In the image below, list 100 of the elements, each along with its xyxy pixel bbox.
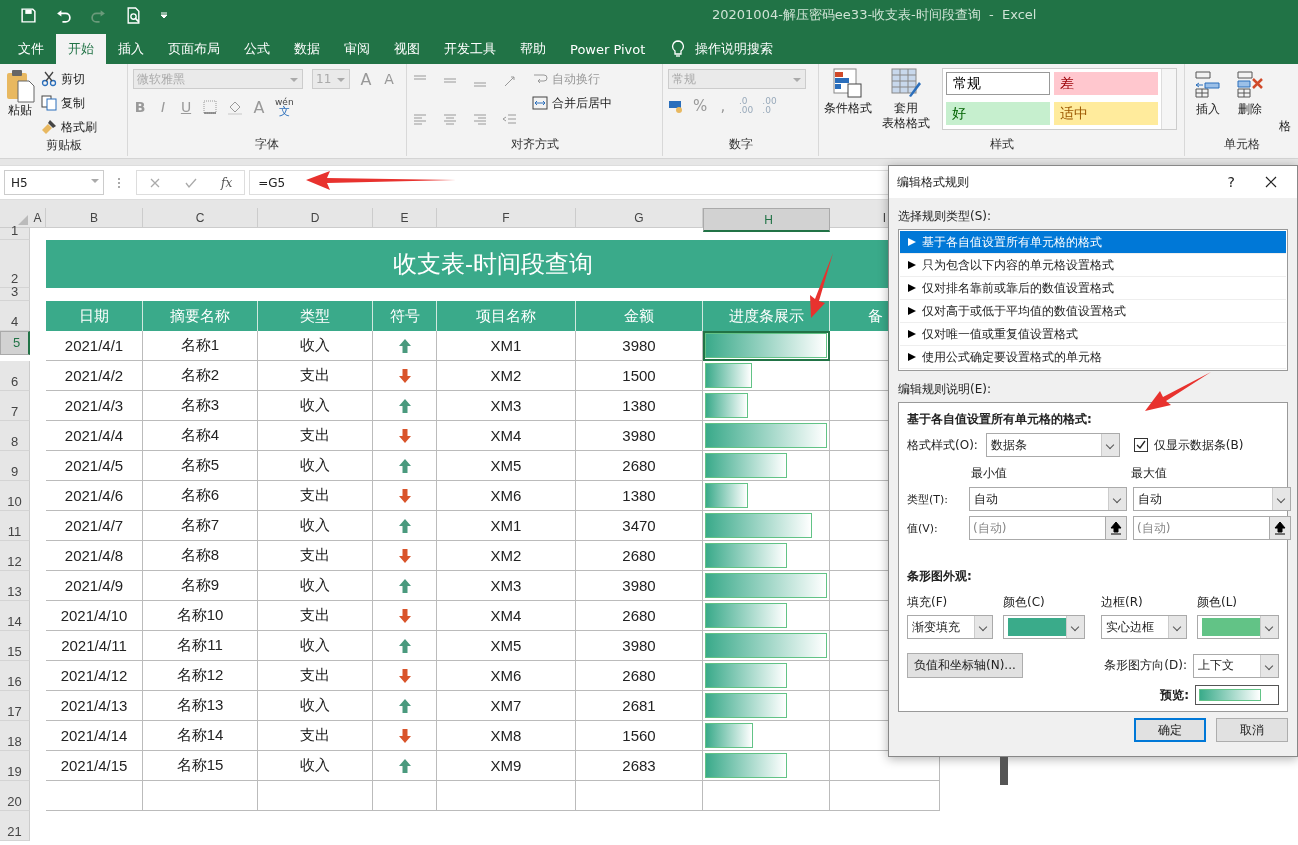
print-preview-icon[interactable] (125, 6, 142, 24)
rule-type-item[interactable]: 仅对高于或低于平均值的数值设置格式 (900, 300, 1286, 323)
table-header-cell: 金额 (576, 301, 703, 331)
ribbon-tab[interactable]: 视图 (382, 34, 432, 64)
max-type-dropdown[interactable]: 自动 (1133, 487, 1291, 511)
cancel-icon[interactable] (149, 176, 161, 189)
checkbox[interactable] (1133, 438, 1148, 452)
row-header[interactable]: 11 (0, 511, 30, 541)
row-header[interactable]: 19 (0, 751, 30, 781)
customize-icon[interactable] (160, 11, 168, 19)
ribbon-tab[interactable]: 页面布局 (156, 34, 232, 64)
row-header[interactable]: 20 (0, 781, 30, 811)
negative-axis-button[interactable]: 负值和坐标轴(N)... (907, 653, 1023, 678)
format-cells-button[interactable]: 格 (1277, 69, 1293, 136)
column-header[interactable]: B (46, 208, 143, 227)
border-color-dropdown[interactable] (1197, 615, 1279, 639)
row-header[interactable]: 21 (0, 811, 30, 841)
cell-style-swatch[interactable]: 常规 (946, 72, 1050, 95)
column-header[interactable]: C (143, 208, 258, 227)
ribbon-tab[interactable]: 审阅 (332, 34, 382, 64)
paste-button[interactable]: 粘贴 (5, 69, 35, 137)
row-header[interactable]: 16 (0, 661, 30, 691)
insert-cells-button[interactable]: 插入 (1193, 69, 1223, 136)
insert-function-button[interactable]: fx (221, 175, 233, 190)
row-header[interactable]: 10 (0, 481, 30, 511)
scroll-thumb[interactable] (1000, 757, 1008, 785)
format-style-dropdown[interactable]: 数据条 (985, 433, 1120, 457)
group-label: 数字 (727, 136, 754, 153)
row-header[interactable]: 7 (0, 391, 30, 421)
table-cell: XM8 (437, 721, 576, 751)
row-header[interactable]: 1 (0, 228, 30, 240)
select-all-icon[interactable] (18, 215, 28, 225)
row-header[interactable]: 5 (0, 331, 30, 355)
bar-direction-dropdown[interactable]: 上下文 (1193, 653, 1279, 678)
help-button[interactable]: ? (1227, 174, 1235, 190)
ribbon-tab[interactable]: 开发工具 (432, 34, 508, 64)
ribbon-tab[interactable]: 数据 (282, 34, 332, 64)
row-header[interactable]: 9 (0, 451, 30, 481)
close-icon[interactable] (1265, 176, 1277, 188)
row-header[interactable]: 6 (0, 361, 30, 391)
row-header[interactable]: 4 (0, 301, 30, 331)
rule-type-item[interactable]: 只为包含以下内容的单元格设置格式 (900, 254, 1286, 277)
ribbon-tab[interactable]: 插入 (106, 34, 156, 64)
row-header[interactable]: 18 (0, 721, 30, 751)
rule-type-item[interactable]: 基于各自值设置所有单元格的格式 (900, 231, 1286, 254)
rule-type-item[interactable]: 仅对排名靠前或靠后的数值设置格式 (900, 277, 1286, 300)
row-header[interactable]: 13 (0, 571, 30, 601)
column-header[interactable]: H (703, 208, 830, 232)
row-header[interactable]: 14 (0, 601, 30, 631)
cell-style-swatch[interactable]: 差 (1054, 72, 1158, 95)
cell-style-swatch[interactable]: 适中 (1054, 102, 1158, 125)
section-label: 编辑规则说明(E): (898, 381, 992, 398)
ribbon-tab[interactable]: Power Pivot (558, 34, 658, 64)
min-type-dropdown[interactable]: 自动 (969, 487, 1127, 511)
conditional-formatting-icon (833, 68, 863, 98)
fill-dropdown[interactable]: 渐变填充 (907, 615, 993, 639)
copy-button[interactable]: 复制 (41, 93, 97, 113)
table-cell: 2021/4/5 (46, 451, 143, 481)
ribbon-tab[interactable]: 开始 (56, 34, 106, 64)
format-as-table-button[interactable]: 套用 表格格式 (882, 68, 930, 136)
border-dropdown[interactable]: 实心边框 (1101, 615, 1187, 639)
row-header[interactable]: 3 (0, 288, 30, 301)
cut-button[interactable]: 剪切 (41, 69, 97, 89)
row-header[interactable]: 8 (0, 421, 30, 451)
preview-label: 预览: (1160, 686, 1189, 704)
column-header[interactable]: D (258, 208, 373, 227)
table-cell: 2680 (576, 541, 703, 571)
checkmark-icon[interactable] (185, 176, 197, 189)
fill-color-dropdown[interactable] (1003, 615, 1085, 639)
name-box[interactable]: H5 (4, 170, 104, 195)
row-header[interactable]: 12 (0, 541, 30, 571)
row-header[interactable]: 2 (0, 240, 30, 288)
tell-me-search[interactable]: 操作说明搜索 (695, 40, 774, 58)
column-header[interactable]: E (373, 208, 437, 227)
clipboard-icon (5, 69, 35, 103)
min-value-field[interactable]: (自动) (969, 516, 1105, 540)
ribbon-tab[interactable]: 文件 (6, 34, 56, 64)
triangle-icon (908, 284, 916, 292)
rule-type-item[interactable]: 仅对唯一值或重复值设置格式 (900, 323, 1286, 346)
ok-button[interactable]: 确定 (1134, 718, 1206, 742)
collapse-dialog-icon[interactable] (1269, 516, 1291, 540)
delete-cells-button[interactable]: 删除 (1235, 69, 1265, 136)
row-header[interactable]: 17 (0, 691, 30, 721)
conditional-formatting-button[interactable]: 条件格式 (824, 68, 872, 136)
collapse-dialog-icon[interactable] (1105, 516, 1127, 540)
rule-type-item[interactable]: 使用公式确定要设置格式的单元格 (900, 346, 1286, 369)
gallery-scrollbar[interactable] (1161, 69, 1176, 129)
ribbon-tab[interactable]: 公式 (232, 34, 282, 64)
column-header[interactable]: A (30, 208, 46, 227)
down-arrow-icon (397, 607, 412, 624)
row-header[interactable]: 15 (0, 631, 30, 661)
format-painter-button[interactable]: 格式刷 (41, 117, 97, 137)
cancel-button[interactable]: 取消 (1216, 718, 1288, 742)
save-icon[interactable] (20, 6, 37, 24)
cell-style-swatch[interactable]: 好 (946, 102, 1050, 125)
max-value-field[interactable]: (自动) (1133, 516, 1269, 540)
table-cell: 名称15 (143, 751, 258, 781)
ribbon-tab[interactable]: 帮助 (508, 34, 558, 64)
column-header[interactable]: F (437, 208, 576, 227)
column-label: 最大值 (1130, 465, 1168, 482)
